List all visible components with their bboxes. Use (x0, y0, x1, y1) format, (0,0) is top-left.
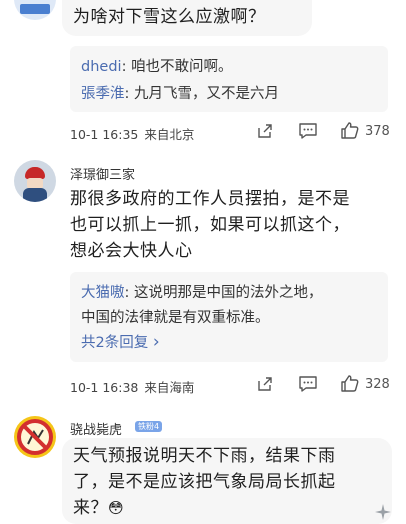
thumbs-up-icon[interactable] (340, 121, 360, 140)
like-count: 328 (365, 377, 390, 392)
comment-meta: 10-1 16:38 来自海南 (70, 377, 194, 396)
comment-body: 为啥对下雪这么应激啊？ (73, 7, 266, 27)
flushed-face-emoji: 😳 (108, 499, 125, 517)
reply-line[interactable]: dhedi: 咱也不敢问啊。 (81, 55, 233, 79)
prohibition-icon (17, 419, 53, 455)
reply-text: 中国的法律就是有双重标准。 (81, 310, 270, 326)
fan-badge: 铁粉4 (135, 421, 163, 432)
share-icon[interactable] (256, 375, 274, 393)
more-replies-link[interactable]: 共2条回复 › (81, 331, 160, 352)
avatar[interactable] (14, 416, 56, 458)
comment-time: 10-1 16:35 (70, 127, 139, 142)
reply-username[interactable]: 張季淮 (81, 86, 125, 102)
comment-meta: 10-1 16:35 来自北京 (70, 124, 194, 143)
avatar[interactable] (14, 0, 56, 20)
comment-location: 来自海南 (144, 380, 195, 395)
username[interactable]: 泽璟御三家 (70, 164, 135, 183)
reply-line[interactable]: 大猫嗷: 这说明那是中国的法外之地， (81, 281, 323, 305)
comment-icon[interactable] (298, 375, 318, 393)
reply-username[interactable]: dhedi (81, 59, 122, 75)
thumbs-up-icon[interactable] (340, 374, 360, 393)
comment-body-line: 想必会大快人心 (70, 241, 193, 261)
reply-text: 这说明那是中国的法外之地， (134, 285, 323, 301)
comment-location: 来自北京 (144, 127, 195, 142)
share-icon[interactable] (256, 122, 274, 140)
chevron-right-icon: › (152, 332, 160, 352)
comment-time: 10-1 16:38 (70, 380, 139, 395)
like-count: 378 (365, 124, 390, 139)
comment-body-line: 那很多政府的工作人员摆拍，是不是 (70, 189, 350, 209)
comment-body-line: 来？😳 (73, 498, 125, 518)
reply-text: 咱也不敢问啊。 (131, 59, 233, 75)
reply-text: 九月飞雪，又不是六月 (134, 86, 279, 102)
comment-body-line: 天气预报说明天不下雨，结果下雨 (73, 446, 336, 466)
reply-username[interactable]: 大猫嗷 (81, 285, 125, 301)
comment-body-line: 了，是不是应该把气象局局长抓起 (73, 472, 336, 492)
comment-icon[interactable] (298, 122, 318, 140)
reply-line[interactable]: 張季淮: 九月飞雪，又不是六月 (81, 82, 279, 106)
comment-body-line: 也可以抓上一抓，如果可以抓这个， (70, 215, 350, 235)
sparkle-icon (375, 504, 391, 520)
avatar[interactable] (14, 160, 56, 202)
username[interactable]: 骁战毙虎 (70, 419, 122, 438)
